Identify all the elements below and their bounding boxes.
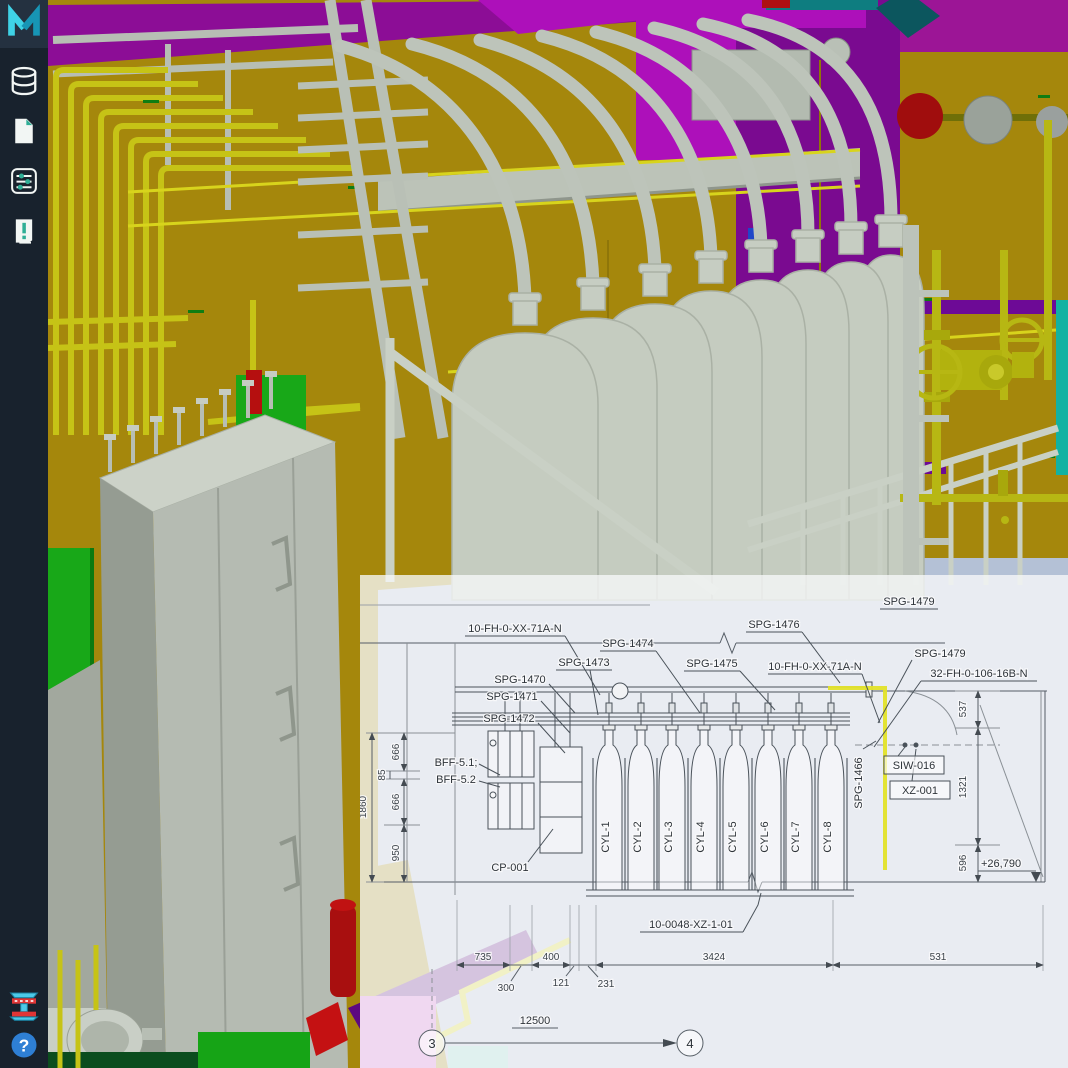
drawing-overlay[interactable]: SPG-1479 10-FH-0-XX-71A-N SPG-1474 SPG-1… [360, 575, 1068, 1068]
app-logo[interactable] [0, 0, 48, 48]
sidebar-item-help[interactable]: ? [7, 1028, 41, 1062]
cyl-tag: CYL-4 [695, 821, 707, 852]
label-spg1470: SPG-1470 [494, 674, 545, 686]
dim-537: 537 [958, 700, 969, 717]
label-spg1471: SPG-1471 [486, 691, 537, 703]
label-xz001: XZ-001 [902, 785, 938, 797]
grid-bubble-3: 3 [428, 1036, 435, 1051]
technical-drawing: SPG-1479 10-FH-0-XX-71A-N SPG-1474 SPG-1… [360, 575, 1068, 1068]
label-fh-right: 10-FH-0-XX-71A-N [768, 661, 862, 673]
sidebar: ? [0, 0, 48, 1068]
cyl-tag: CYL-2 [632, 821, 644, 852]
dim-121: 121 [553, 978, 570, 989]
sidebar-item-settings[interactable] [7, 164, 41, 198]
gray-sphere [964, 96, 1012, 144]
dim-300: 300 [498, 983, 515, 994]
dim-3424: 3424 [703, 952, 726, 963]
dim-531: 531 [930, 952, 947, 963]
label-siw016: SIW-016 [893, 760, 936, 772]
label-elevation: +26,790 [981, 858, 1021, 870]
cyl-tag: CYL-7 [790, 821, 802, 852]
sidebar-item-issues[interactable] [7, 214, 41, 248]
label-spg1479-right: SPG-1479 [914, 648, 965, 660]
dim-85: 85 [377, 769, 388, 781]
label-spg1476: SPG-1476 [748, 619, 799, 631]
document-icon [10, 117, 38, 145]
red-cylinder [330, 905, 356, 997]
help-glyph: ? [19, 1035, 30, 1055]
dim-12500: 12500 [520, 1015, 551, 1027]
cyl-tag: CYL-1 [600, 821, 612, 852]
label-fh-left: 10-FH-0-XX-71A-N [468, 623, 562, 635]
red-block [762, 0, 790, 8]
cyl-tag: CYL-3 [663, 821, 675, 852]
help-icon: ? [9, 1030, 39, 1060]
settings-sliders-icon [9, 166, 39, 196]
sidebar-item-database[interactable] [7, 64, 41, 98]
label-spg1479-top: SPG-1479 [883, 596, 934, 608]
label-spg1473: SPG-1473 [558, 657, 609, 669]
drawing-cylinders [586, 693, 854, 896]
database-icon [9, 66, 39, 96]
steel-beam-icon [8, 989, 40, 1021]
sidebar-item-documents[interactable] [7, 114, 41, 148]
red-sphere [897, 93, 943, 139]
cyl-tag: CYL-5 [727, 821, 739, 852]
label-cp001: CP-001 [491, 862, 528, 874]
dim-1860: 1860 [360, 795, 369, 818]
application-window: ? [0, 0, 1068, 1068]
dim-1321: 1321 [958, 775, 969, 798]
dim-735: 735 [475, 952, 492, 963]
sidebar-item-steel[interactable] [7, 988, 41, 1022]
logo-m-icon [4, 4, 44, 44]
green-bottom [198, 1032, 310, 1068]
red-cylinder-top [330, 899, 356, 911]
cyl-tag: CYL-6 [759, 821, 771, 852]
label-spg1466: SPG-1466 [853, 757, 865, 808]
label-spg1472: SPG-1472 [483, 713, 534, 725]
cyl-tag: CYL-8 [822, 821, 834, 852]
purple-band-1 [900, 300, 1068, 314]
label-spg1475: SPG-1475 [686, 658, 737, 670]
dim-596: 596 [958, 854, 969, 871]
dim-666b: 666 [391, 793, 402, 810]
grid-bubble-4: 4 [686, 1036, 693, 1051]
label-bff-2: BFF-5.2 [436, 774, 476, 786]
dark-green-bottom [48, 1052, 198, 1068]
teal-strip [1056, 300, 1068, 475]
label-fh32: 32-FH-0-106-16B-N [930, 668, 1027, 680]
dim-950: 950 [391, 844, 402, 861]
dim-231: 231 [598, 979, 615, 990]
dim-666a: 666 [391, 743, 402, 760]
label-item-tag: 10-0048-XZ-1-01 [649, 919, 733, 931]
label-spg1474: SPG-1474 [602, 638, 653, 650]
label-bff-1: BFF-5.1; [435, 757, 478, 769]
dim-400: 400 [543, 952, 560, 963]
alert-document-icon [10, 217, 38, 245]
